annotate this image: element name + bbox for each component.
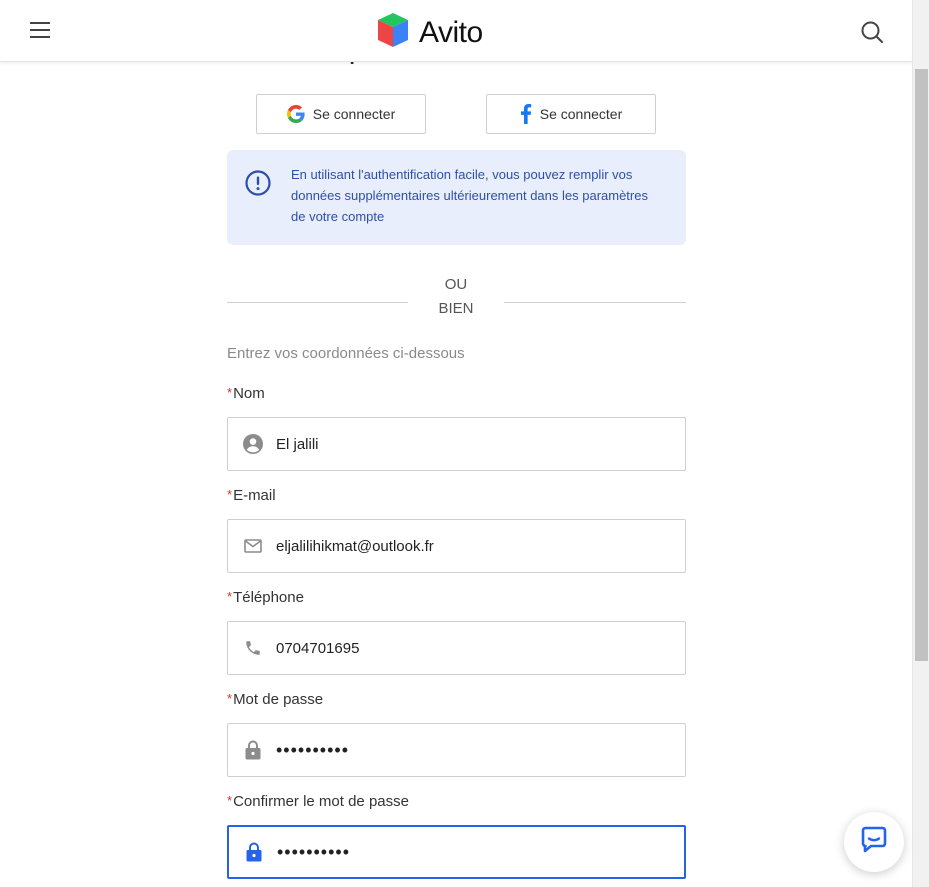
logo-cube-icon (375, 12, 411, 53)
confirm-password-input[interactable] (277, 837, 667, 867)
google-icon (286, 105, 305, 123)
confirm-password-label: *Confirmer le mot de passe (227, 793, 409, 810)
lock-icon (228, 740, 276, 760)
required-marker: * (227, 487, 233, 502)
nom-field[interactable] (227, 417, 686, 471)
top-header: Avito (0, 0, 912, 62)
or-divider: OU BIEN (416, 273, 496, 321)
search-icon[interactable] (860, 20, 884, 44)
avito-logo[interactable]: Avito (375, 12, 483, 53)
facebook-icon (520, 104, 532, 124)
password-input[interactable] (276, 735, 666, 765)
google-login-label: Se connecter (312, 106, 396, 122)
lock-icon (229, 842, 277, 862)
email-label: *E-mail (227, 487, 276, 504)
chat-button[interactable] (844, 812, 904, 872)
divider-line-right (504, 302, 686, 303)
phone-icon (228, 639, 276, 657)
info-icon (245, 170, 271, 201)
confirm-password-field[interactable] (227, 825, 686, 879)
password-field[interactable] (227, 723, 686, 777)
vertical-scrollbar[interactable] (912, 0, 929, 887)
password-label: *Mot de passe (227, 691, 324, 708)
mail-icon (228, 539, 276, 553)
nom-label: *Nom (227, 385, 265, 402)
hamburger-icon[interactable] (30, 22, 50, 40)
logo-text: Avito (419, 15, 483, 49)
form-hint: Entrez vos coordonnées ci-dessous (227, 345, 465, 362)
or-divider-line2: BIEN (438, 300, 474, 317)
required-marker: * (227, 691, 233, 706)
facebook-login-button[interactable]: Se connecter (486, 94, 656, 134)
info-notice: En utilisant l'authentification facile, … (227, 150, 686, 245)
user-icon (228, 434, 276, 454)
phone-input[interactable] (276, 633, 666, 663)
page-content: Créer un compte Avito.ma Se connecter Se… (0, 0, 912, 887)
required-marker: * (227, 589, 233, 604)
info-text: En utilisant l'authentification facile, … (291, 167, 648, 224)
google-login-button[interactable]: Se connecter (256, 94, 426, 134)
phone-field[interactable] (227, 621, 686, 675)
scrollbar-thumb[interactable] (915, 69, 928, 661)
chat-icon (859, 825, 889, 860)
or-divider-line1: OU (444, 276, 468, 293)
email-field[interactable] (227, 519, 686, 573)
required-marker: * (227, 793, 233, 808)
divider-line-left (227, 302, 408, 303)
facebook-login-label: Se connecter (539, 106, 623, 122)
nom-input[interactable] (276, 429, 666, 459)
required-marker: * (227, 385, 233, 400)
email-input[interactable] (276, 531, 666, 561)
phone-label: *Téléphone (227, 589, 304, 606)
